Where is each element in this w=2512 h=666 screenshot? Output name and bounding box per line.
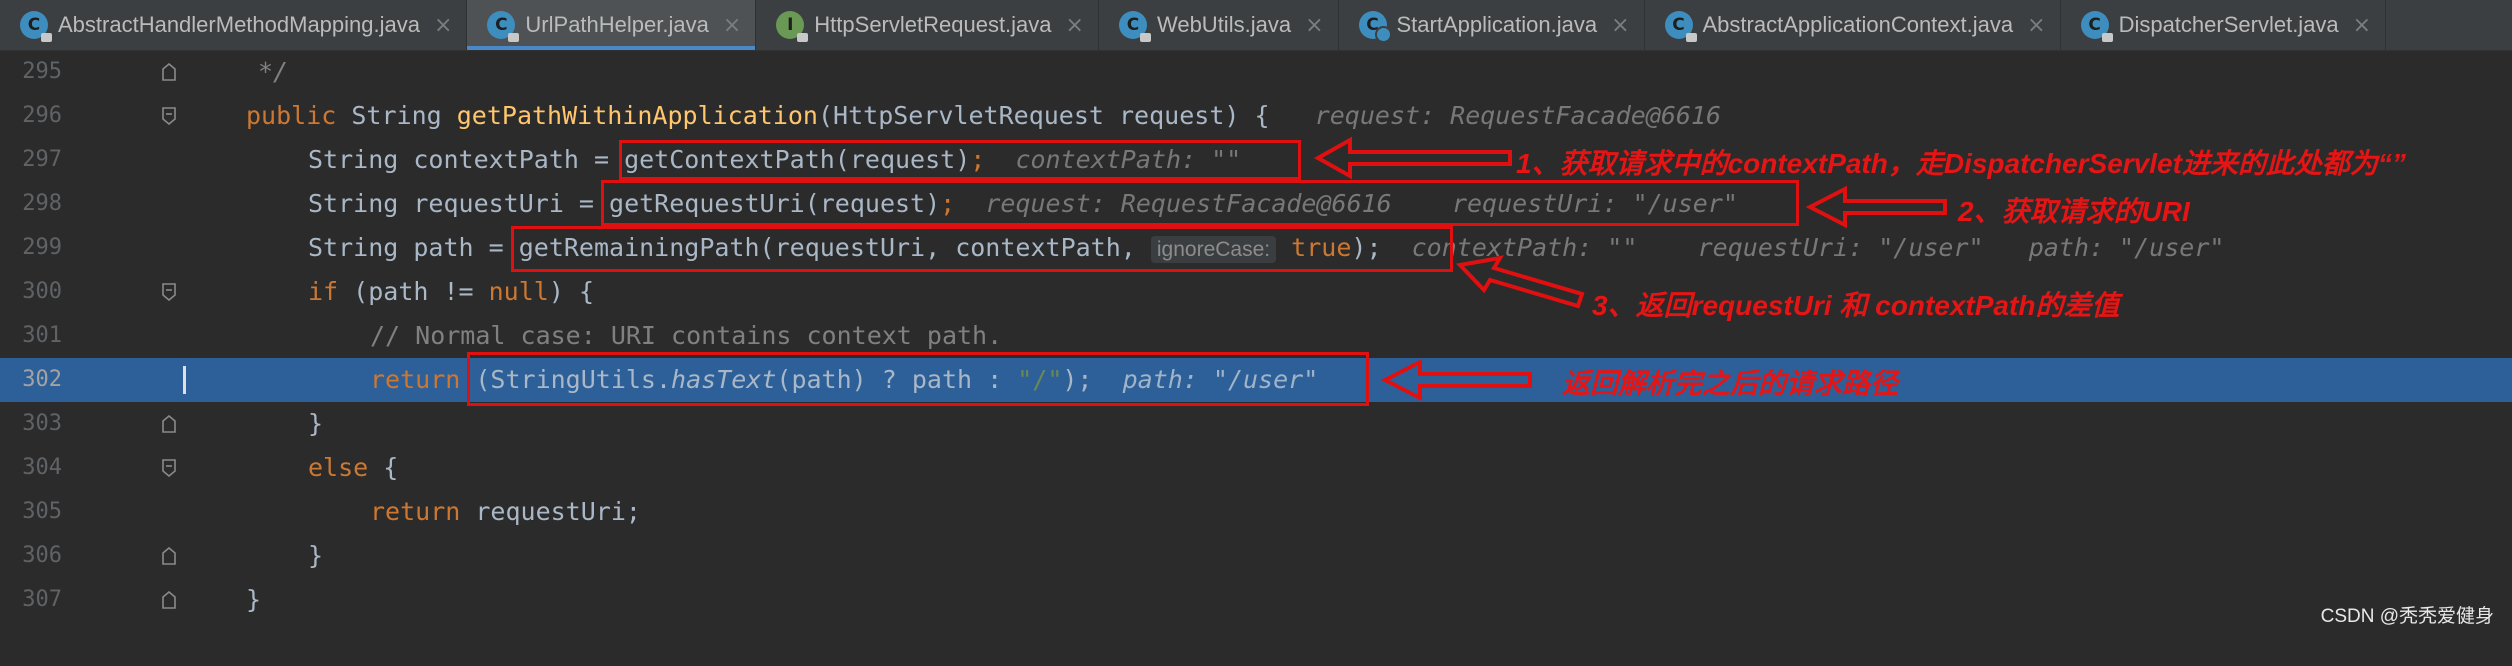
annotation-arrows [1313,136,1947,402]
annotation-note-3: 3、返回requestUri 和 contextPath的差值 [1592,290,2120,321]
annotation-arrow-3 [1455,255,1585,309]
annotation-arrow-2 [1805,185,1947,229]
annotation-arrow-4 [1380,358,1532,402]
annotation-note-2: 2、获取请求的URI [1958,196,2190,227]
annotation-note-4: 返回解析完之后的请求路径 [1562,368,1899,399]
annotation-arrow-1 [1313,136,1512,180]
watermark: CSDN @秃秃爱健身 [2320,606,2494,627]
annotation-note-1: 1、获取请求中的contextPath，走DispatcherServlet进来… [1516,148,2406,179]
